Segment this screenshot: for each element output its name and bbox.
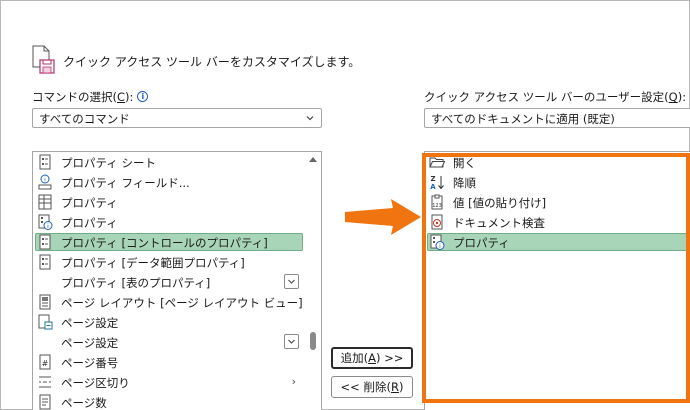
highlight-frame — [422, 153, 690, 403]
dropdown-value: すべてのドキュメントに適用 (既定) — [431, 112, 615, 126]
remove-button[interactable]: << 削除(R) — [331, 376, 413, 398]
list-item-label: プロパティ シート — [61, 156, 156, 170]
list-item[interactable]: プロパティ [コントロールのプロパティ] — [33, 232, 321, 252]
choose-commands-dropdown[interactable]: すべてのコマンド — [32, 108, 322, 128]
scrollbar[interactable] — [305, 152, 321, 410]
list-item[interactable]: プロパティ — [33, 192, 321, 212]
customize-toolbar-icon — [31, 45, 57, 75]
submenu-dropdown-button[interactable] — [284, 274, 299, 289]
list-item-label: プロパティ フィールド... — [61, 176, 190, 190]
list-item[interactable]: ページ設定 — [33, 332, 321, 352]
chevron-right-icon[interactable]: › — [292, 375, 296, 388]
list-item-label: ページ番号 — [61, 356, 119, 370]
list-item-label: プロパティ — [61, 216, 118, 230]
page-layout-icon — [37, 294, 53, 310]
list-item[interactable]: ページ設定 — [33, 312, 321, 332]
data-range-properties-icon — [37, 254, 53, 270]
page-break-icon — [37, 374, 53, 390]
property-sheet-icon — [37, 154, 53, 170]
properties-grid-icon — [37, 194, 53, 210]
list-item[interactable]: ページ区切り › — [33, 372, 321, 392]
choose-commands-label: コマンドの選択(C): i — [32, 89, 149, 105]
arrow-right-icon — [345, 199, 421, 235]
add-button[interactable]: 追加(A) >> — [331, 347, 413, 369]
chevron-down-icon — [306, 116, 314, 121]
dropdown-value: すべてのコマンド — [39, 112, 130, 126]
page-setup-icon — [37, 314, 53, 330]
properties-info-icon: i — [37, 214, 53, 230]
list-item[interactable]: プロパティ [表のプロパティ] — [33, 272, 321, 292]
list-item-label: ページ設定 — [61, 316, 119, 330]
page-title: クイック アクセス ツール バーをカスタマイズします。 — [63, 55, 361, 69]
list-item-label: ページ レイアウト [ページ レイアウト ビュー] — [61, 296, 303, 310]
list-item[interactable]: i プロパティ フィールド... — [33, 172, 321, 192]
page-count-icon — [37, 394, 53, 410]
list-item-label: プロパティ — [61, 196, 118, 210]
list-item-label: プロパティ [コントロールのプロパティ] — [61, 236, 268, 250]
list-item[interactable]: ページ数 — [33, 392, 321, 410]
control-properties-icon — [37, 234, 53, 250]
list-item-label: ページ区切り — [61, 376, 130, 390]
list-item-label: プロパティ [データ範囲プロパティ] — [61, 256, 245, 270]
list-item-label: プロパティ [表のプロパティ] — [61, 276, 211, 290]
customize-toolbar-dropdown[interactable]: すべてのドキュメントに適用 (既定) — [424, 108, 690, 128]
info-icon[interactable]: i — [137, 91, 149, 102]
scroll-thumb[interactable] — [310, 332, 316, 350]
list-item[interactable]: # ページ番号 — [33, 352, 321, 372]
list-item[interactable]: i プロパティ — [33, 212, 321, 232]
svg-text:#: # — [42, 359, 49, 368]
property-field-icon: i — [37, 174, 53, 190]
list-item[interactable]: プロパティ [データ範囲プロパティ] — [33, 252, 321, 272]
scroll-up-icon[interactable] — [308, 155, 318, 163]
page-number-icon: # — [37, 354, 53, 370]
list-item[interactable]: プロパティ シート — [33, 152, 321, 172]
customize-toolbar-label: クイック アクセス ツール バーのユーザー設定(Q):i — [424, 90, 687, 104]
submenu-dropdown-button[interactable] — [284, 334, 299, 349]
list-item[interactable]: ページ レイアウト [ページ レイアウト ビュー] — [33, 292, 321, 312]
list-item-label: ページ数 — [61, 396, 107, 410]
available-commands-list[interactable]: プロパティ シート i プロパティ フィールド... プロパティ i プロパティ プロパティ… — [32, 151, 322, 410]
list-item-label: ページ設定 — [61, 336, 119, 350]
